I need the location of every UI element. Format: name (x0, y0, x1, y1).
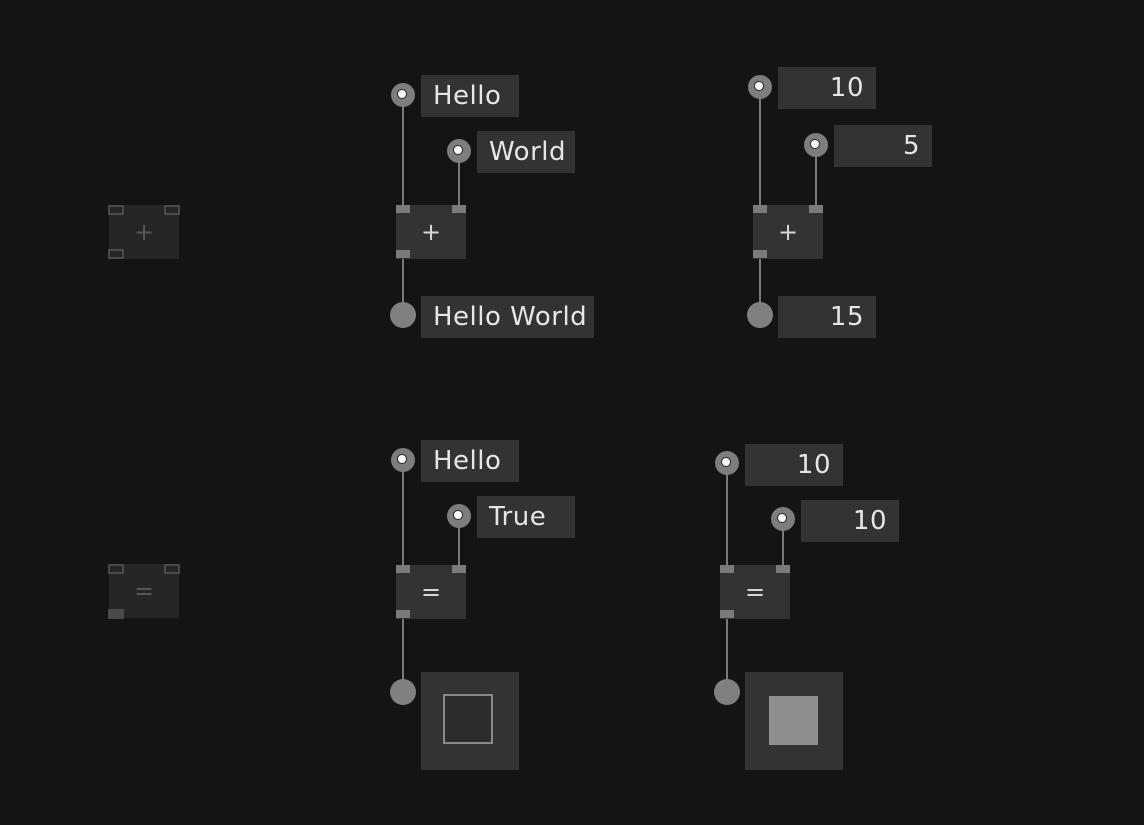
add-symbol: + (420, 218, 442, 246)
palette-equals-pin-in-b (164, 564, 180, 574)
pin-out (720, 610, 734, 618)
number-input-b[interactable]: 5 (834, 125, 932, 167)
text-input-a[interactable]: Hello (421, 440, 519, 482)
text-input-b[interactable]: World (477, 131, 575, 173)
input-port-b[interactable] (447, 504, 471, 528)
text-output: Hello World (421, 296, 594, 338)
wire-input-a (402, 95, 404, 207)
palette-equals-pin-out (108, 609, 124, 619)
equals-symbol: = (744, 578, 766, 606)
boolean-output (745, 672, 843, 770)
pin-in-a (753, 205, 767, 213)
number-input-a[interactable]: 10 (745, 444, 843, 486)
pin-in-b (809, 205, 823, 213)
pin-in-a (396, 205, 410, 213)
pin-in-a (720, 565, 734, 573)
pin-out (396, 610, 410, 618)
add-symbol: + (133, 218, 155, 246)
palette-add-pin-out (108, 249, 124, 259)
input-port-b[interactable] (804, 133, 828, 157)
wire-input-a (726, 463, 728, 567)
text-input-a[interactable]: Hello (421, 75, 519, 117)
input-port-b[interactable] (447, 139, 471, 163)
add-symbol: + (777, 218, 799, 246)
output-port[interactable] (390, 679, 416, 705)
palette-add-pin-in-a (108, 205, 124, 215)
pin-out (396, 250, 410, 258)
checkbox-checked (769, 696, 818, 745)
input-port-a[interactable] (748, 75, 772, 99)
pin-in-a (396, 565, 410, 573)
input-port-a[interactable] (391, 448, 415, 472)
wire-input-a (402, 460, 404, 567)
input-port-a[interactable] (715, 451, 739, 475)
pin-in-b (776, 565, 790, 573)
equals-symbol: = (133, 577, 155, 605)
input-port-b[interactable] (771, 507, 795, 531)
output-port[interactable] (714, 679, 740, 705)
palette-add-pin-in-b (164, 205, 180, 215)
boolean-output (421, 672, 519, 770)
pin-out (753, 250, 767, 258)
checkbox-unchecked (443, 694, 493, 744)
number-input-a[interactable]: 10 (778, 67, 876, 109)
palette-equals-pin-in-a (108, 564, 124, 574)
number-input-b[interactable]: 10 (801, 500, 899, 542)
equals-symbol: = (420, 578, 442, 606)
number-output: 15 (778, 296, 876, 338)
pin-in-b (452, 565, 466, 573)
wire-input-a (759, 87, 761, 207)
input-port-a[interactable] (391, 83, 415, 107)
pin-in-b (452, 205, 466, 213)
text-input-b[interactable]: True (477, 496, 575, 538)
output-port[interactable] (747, 302, 773, 328)
output-port[interactable] (390, 302, 416, 328)
